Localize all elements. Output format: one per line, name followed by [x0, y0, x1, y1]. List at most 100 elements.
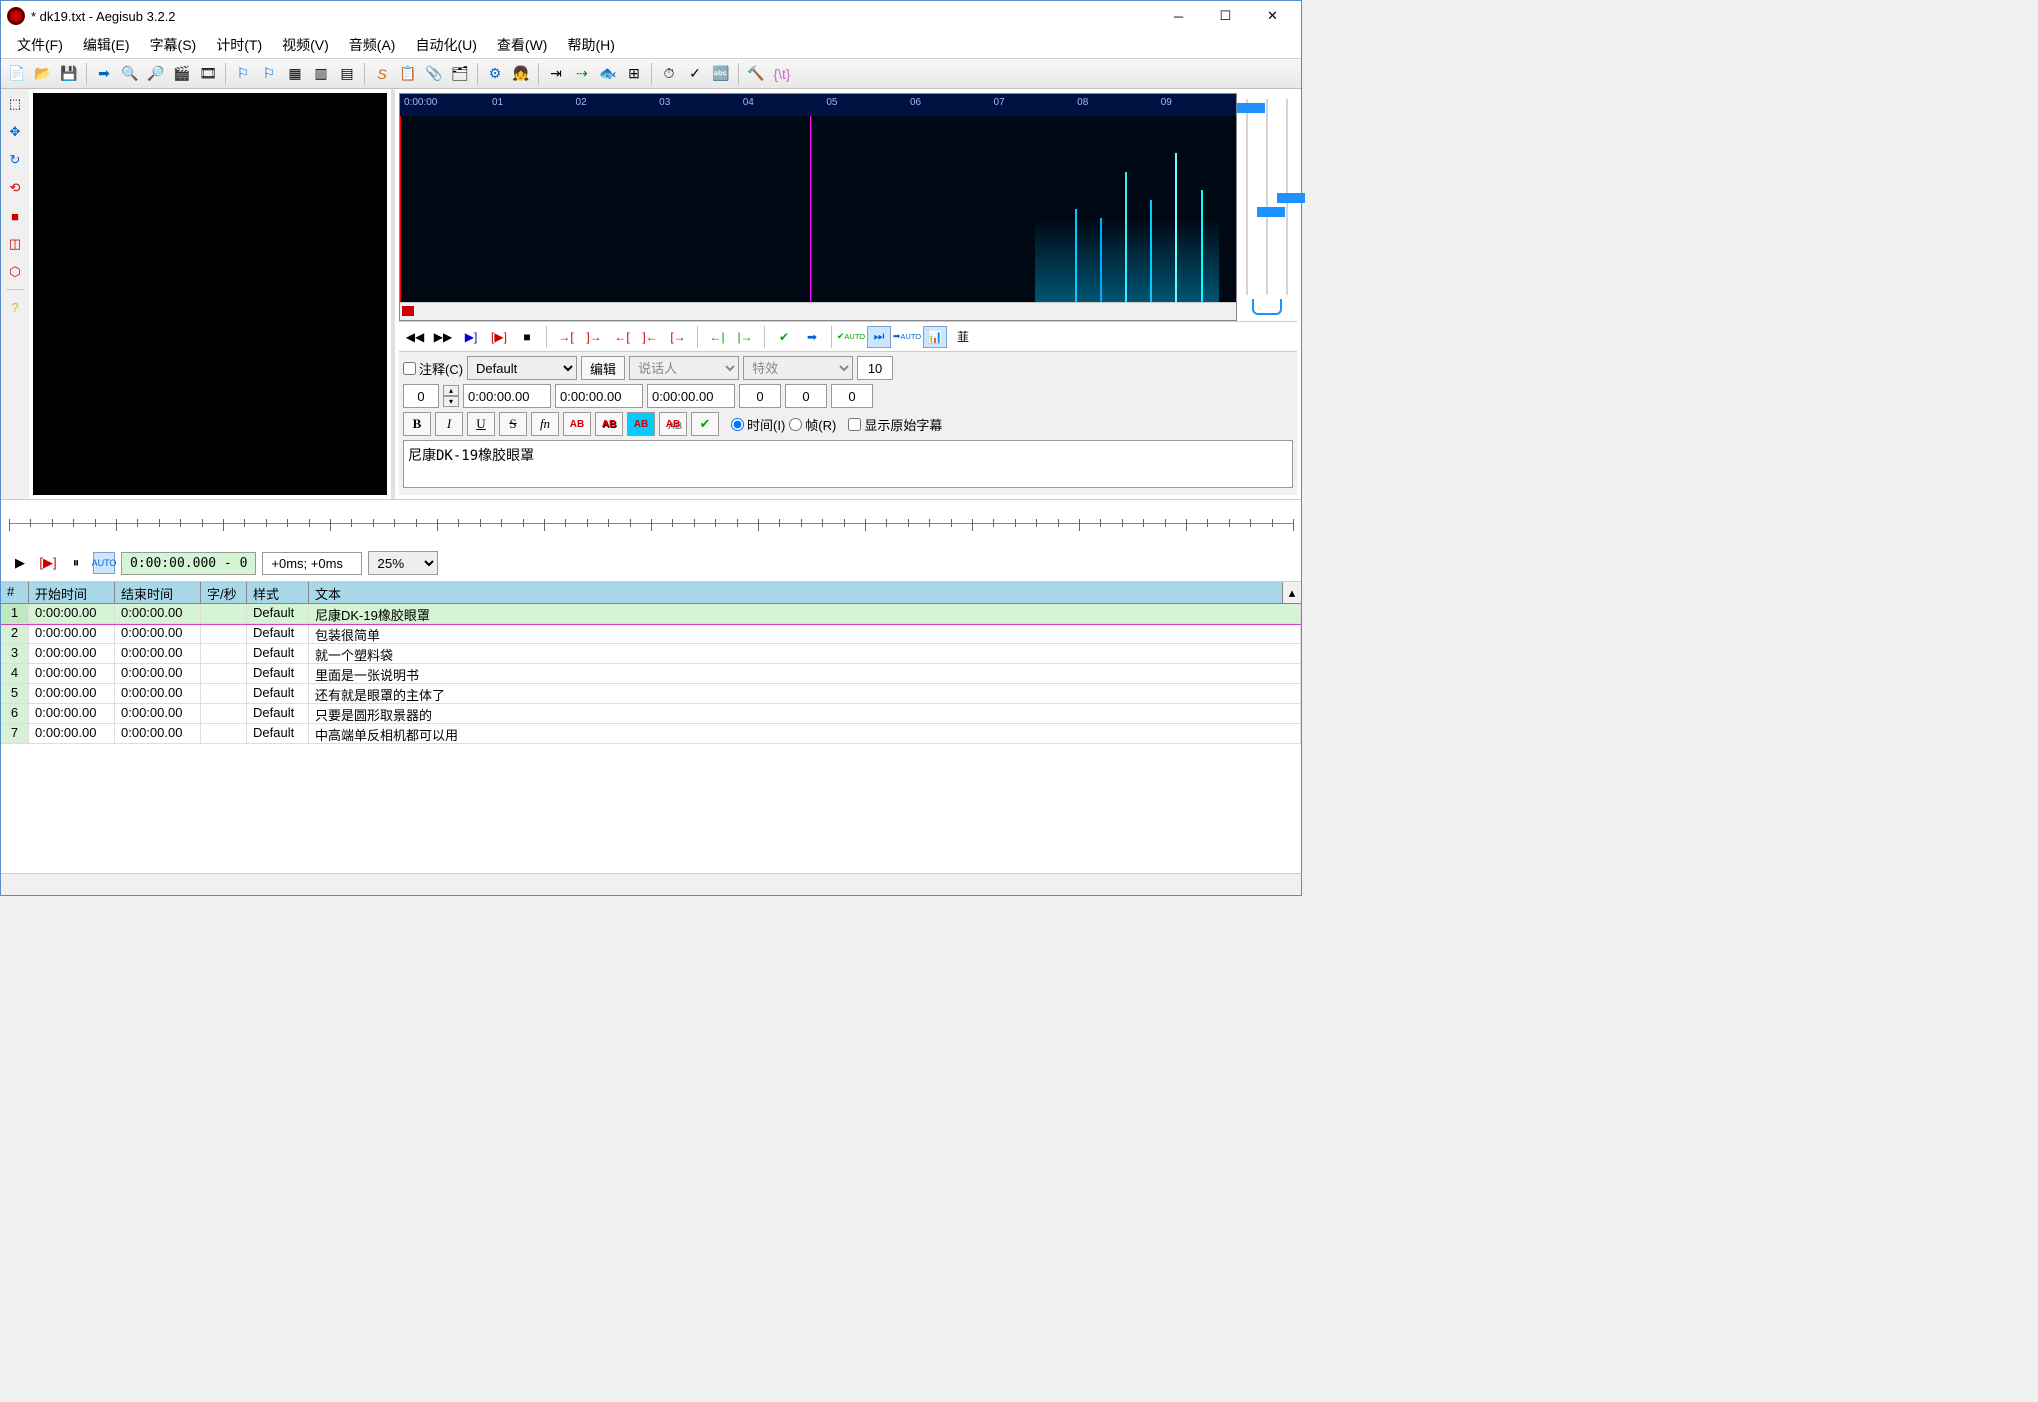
audio-karaoke-icon[interactable]: 韮 [951, 326, 975, 348]
tool-scale-icon[interactable]: ■ [4, 205, 26, 227]
shift-start-icon[interactable]: ⚐ [231, 62, 255, 86]
audio-goto-icon[interactable]: ➡ [800, 326, 824, 348]
audio-timeline[interactable]: 0:00:00 01 02 03 04 05 06 07 08 09 [400, 94, 1236, 116]
margin-v1-input[interactable] [785, 384, 827, 408]
translation-icon[interactable]: 🔤 [709, 62, 733, 86]
commit-text-button[interactable]: ✔ [691, 412, 719, 436]
tool-drag-icon[interactable]: ✥ [4, 121, 26, 143]
grid-header-num[interactable]: # [1, 582, 29, 603]
audio-commit-icon[interactable]: ✔ [772, 326, 796, 348]
audio-prev-icon[interactable]: ◀◀ [403, 326, 427, 348]
grid-scroll-up[interactable]: ▴ [1283, 582, 1301, 603]
audio-scrollbar[interactable] [400, 302, 1236, 320]
start-time-input[interactable] [463, 384, 551, 408]
table-row[interactable]: 60:00:00.000:00:00.00Default只要是圆形取景器的 [1, 704, 1301, 724]
menu-file[interactable]: 文件(F) [7, 31, 73, 59]
layer-up-button[interactable]: ▴ [443, 385, 459, 396]
video-play-line-button[interactable]: [▶] [37, 552, 59, 574]
show-original-checkbox[interactable]: 显示原始字幕 [848, 415, 942, 434]
grid-header-end[interactable]: 结束时间 [115, 582, 201, 603]
fonts-icon[interactable]: 🗂 [448, 62, 472, 86]
subtitle-text-input[interactable] [403, 440, 1293, 488]
video-zoom-select[interactable]: 25% [368, 551, 438, 575]
styles-icon[interactable]: S [370, 62, 394, 86]
kanji-timer-icon[interactable]: 🐟 [596, 62, 620, 86]
audio-play-500before-icon[interactable]: ←[ [610, 326, 634, 348]
audio-leadin-icon[interactable]: ←| [705, 326, 729, 348]
menu-timing[interactable]: 计时(T) [206, 31, 272, 59]
menu-audio[interactable]: 音频(A) [339, 31, 406, 59]
snap-end-icon[interactable]: ▥ [309, 62, 333, 86]
tool-standard-icon[interactable]: ⬚ [4, 93, 26, 115]
comment-checkbox[interactable]: 注释(C) [403, 359, 463, 378]
grid-header-start[interactable]: 开始时间 [29, 582, 115, 603]
tool-vector-clip-icon[interactable]: ⬡ [4, 261, 26, 283]
grid-header-cps[interactable]: 字/秒 [201, 582, 247, 603]
grid-header-style[interactable]: 样式 [247, 582, 309, 603]
menu-subtitle[interactable]: 字幕(S) [140, 31, 207, 59]
cycle-icon[interactable]: {\t} [770, 62, 794, 86]
table-row[interactable]: 30:00:00.000:00:00.00Default就一个塑料袋 [1, 644, 1301, 664]
shift-end-icon[interactable]: ⚐ [257, 62, 281, 86]
table-row[interactable]: 50:00:00.000:00:00.00Default还有就是眼罩的主体了 [1, 684, 1301, 704]
table-row[interactable]: 40:00:00.000:00:00.00Default里面是一张说明书 [1, 664, 1301, 684]
margin-r-input[interactable] [857, 356, 893, 380]
end-time-input[interactable] [555, 384, 643, 408]
automation-icon[interactable]: ⚙ [483, 62, 507, 86]
resample-icon[interactable]: ⊞ [622, 62, 646, 86]
close-button[interactable]: ✕ [1250, 2, 1295, 30]
audio-volume-slider[interactable] [1281, 99, 1293, 295]
strike-button[interactable]: S [499, 412, 527, 436]
bold-button[interactable]: B [403, 412, 431, 436]
audio-autoscroll-icon[interactable]: ➡AUTO [895, 326, 919, 348]
maximize-button[interactable]: ☐ [1203, 2, 1248, 30]
table-row[interactable]: 70:00:00.000:00:00.00Default中高端单反相机都可以用 [1, 724, 1301, 744]
zoom-out-icon[interactable]: 🔎 [144, 62, 168, 86]
tool-rotate-xy-icon[interactable]: ⟲ [4, 177, 26, 199]
audio-spectrogram[interactable] [400, 116, 1236, 302]
color2-button[interactable]: AB [595, 412, 623, 436]
layer-input[interactable] [403, 384, 439, 408]
audio-play-before-icon[interactable]: →[ [554, 326, 578, 348]
effect-select[interactable]: 特效 [743, 356, 853, 380]
audio-next-icon[interactable]: ▶▶ [431, 326, 455, 348]
table-row[interactable]: 10:00:00.000:00:00.00Default尼康DK-19橡胶眼罩 [1, 604, 1301, 624]
frame-radio[interactable]: 帧(R) [789, 415, 836, 434]
save-icon[interactable]: 💾 [57, 62, 81, 86]
audio-stop-icon[interactable]: ■ [515, 326, 539, 348]
audio-play-line-icon[interactable]: [▶] [487, 326, 511, 348]
color1-button[interactable]: AB [563, 412, 591, 436]
audio-play-500after-icon[interactable]: ]← [638, 326, 662, 348]
zoom-in-icon[interactable]: 🔍 [118, 62, 142, 86]
video-autoscroll-button[interactable]: AUTO [93, 552, 115, 574]
menu-view[interactable]: 查看(W) [487, 31, 558, 59]
video-pause-button[interactable]: ⏸ [65, 552, 87, 574]
new-icon[interactable]: 📄 [5, 62, 29, 86]
menu-edit[interactable]: 编辑(E) [73, 31, 140, 59]
layer-down-button[interactable]: ▾ [443, 396, 459, 407]
actor-select[interactable]: 说话人 [629, 356, 739, 380]
settings-icon[interactable]: 🔨 [744, 62, 768, 86]
audio-play-sel-icon[interactable]: ▶] [459, 326, 483, 348]
tool-help-icon[interactable]: ? [4, 296, 26, 318]
audio-autocommit-icon[interactable]: ✔AUTO [839, 326, 863, 348]
video-seek-slider[interactable] [9, 515, 1293, 535]
grid-header-text[interactable]: 文本 [309, 582, 1283, 603]
video-detach-icon[interactable]: 🎞 [196, 62, 220, 86]
video-play-button[interactable]: ▶ [9, 552, 31, 574]
properties-icon[interactable]: 📋 [396, 62, 420, 86]
italic-button[interactable]: I [435, 412, 463, 436]
color4-button[interactable]: AB [659, 412, 687, 436]
open-icon[interactable]: 📂 [31, 62, 55, 86]
jump-icon[interactable]: ➡ [92, 62, 116, 86]
underline-button[interactable]: U [467, 412, 495, 436]
font-button[interactable]: fn [531, 412, 559, 436]
options-icon[interactable]: ⏱ [657, 62, 681, 86]
tool-clip-icon[interactable]: ◫ [4, 233, 26, 255]
snap-scene-icon[interactable]: ▤ [335, 62, 359, 86]
attachments-icon[interactable]: 📎 [422, 62, 446, 86]
timing-post-icon[interactable]: ⇢ [570, 62, 594, 86]
edit-style-button[interactable]: 编辑 [581, 356, 625, 380]
margin-l-input[interactable] [739, 384, 781, 408]
duration-input[interactable] [647, 384, 735, 408]
